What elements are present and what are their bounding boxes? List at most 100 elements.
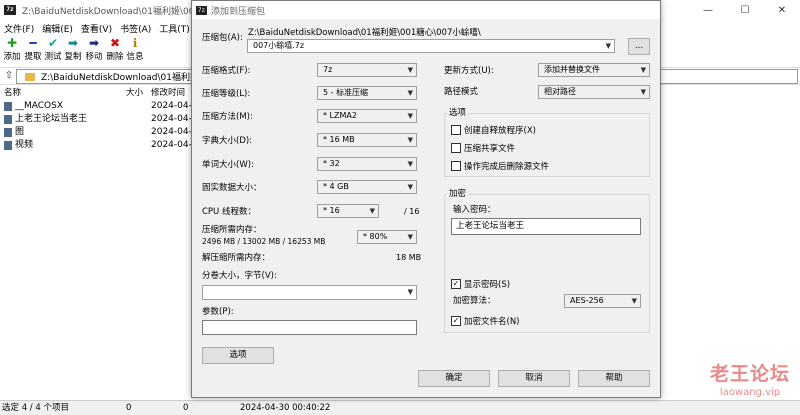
- encryption-method-select[interactable]: AES-256 ▼: [564, 294, 641, 308]
- toolbar-move-button[interactable]: ➡ 移动: [83, 36, 105, 66]
- dictionary-select[interactable]: * 16 MB ▼: [317, 133, 417, 147]
- toolbar-add-button[interactable]: ✚ 添加: [1, 36, 23, 66]
- minimize-button[interactable]: —: [690, 0, 726, 20]
- cancel-button[interactable]: 取消: [498, 370, 570, 387]
- ok-button[interactable]: 确定: [418, 370, 490, 387]
- folder-icon: [25, 72, 35, 81]
- compress-shared-checkbox[interactable]: 压缩共享文件: [451, 142, 515, 154]
- checkbox-box: [451, 125, 461, 135]
- checkbox-box: [451, 161, 461, 171]
- memory-percent-value: * 80%: [363, 232, 388, 241]
- toolbar-extract-label: 提取: [24, 52, 42, 62]
- file-icon: [4, 128, 12, 137]
- browse-button[interactable]: ...: [628, 38, 650, 55]
- toolbar-test-button[interactable]: ✔ 测试: [42, 36, 64, 66]
- parameters-label: 参数(P):: [202, 307, 234, 317]
- menu-bookmarks[interactable]: 书签(A): [116, 22, 155, 35]
- password-label: 输入密码：: [453, 205, 496, 215]
- file-name: 上老王论坛当老王: [15, 114, 88, 124]
- archive-path: Z:\BaiduNetdiskDownload\01福利姬\001糖心\007小…: [248, 28, 481, 38]
- column-size[interactable]: 大小: [126, 86, 143, 98]
- help-button[interactable]: 帮助: [578, 370, 650, 387]
- options-button[interactable]: 选项: [202, 347, 274, 364]
- up-folder-icon[interactable]: ⇧: [2, 69, 16, 83]
- extract-icon: ━: [29, 36, 37, 50]
- cpu-threads-value: * 16: [323, 206, 340, 215]
- decompress-memory-label: 解压缩所需内存：: [202, 253, 271, 263]
- show-password-checkbox[interactable]: ✓ 显示密码(S): [451, 278, 510, 290]
- status-bar: 选定 4 / 4 个项目 0 0 2024-04-30 00:40:22: [0, 400, 800, 415]
- chevron-down-icon: ▼: [640, 66, 646, 74]
- add-icon: ✚: [6, 36, 18, 50]
- update-mode-value: 添加并替换文件: [544, 65, 600, 74]
- archive-name-combo[interactable]: 007小蜍嘻.7z ▼: [247, 39, 615, 53]
- toolbar-delete-button[interactable]: ✖ 删除: [104, 36, 126, 66]
- file-icon: [4, 141, 12, 150]
- update-mode-select[interactable]: 添加并替换文件 ▼: [538, 63, 650, 77]
- checkbox-box: [451, 143, 461, 153]
- 7zip-dialog-icon: 7z: [196, 5, 207, 15]
- path-mode-select[interactable]: 相对路径 ▼: [538, 85, 650, 99]
- chevron-down-icon: ▼: [407, 288, 413, 296]
- password-value: 上老王论坛当老王: [456, 221, 525, 231]
- toolbar-copy-label: 复制: [64, 52, 82, 62]
- watermark-url: laowang.vip: [719, 387, 781, 398]
- dialog-title-bar: 7z 添加到压缩包: [192, 1, 660, 19]
- memory-percent-select[interactable]: * 80% ▼: [357, 230, 417, 244]
- encrypt-filenames-label: 加密文件名(N): [464, 317, 520, 327]
- maximize-button[interactable]: ☐: [727, 0, 763, 20]
- file-icon: [4, 115, 12, 124]
- column-name[interactable]: 名称: [4, 86, 21, 98]
- split-volume-combo[interactable]: ▼: [202, 285, 417, 300]
- create-sfx-checkbox[interactable]: 创建自释放程序(X): [451, 124, 536, 136]
- file-icon: [4, 102, 12, 111]
- file-name: 图: [15, 127, 25, 137]
- cpu-threads-select[interactable]: * 16 ▼: [317, 204, 379, 218]
- menu-tools[interactable]: 工具(T): [155, 22, 194, 35]
- encryption-group-title: 加密: [447, 188, 469, 200]
- solid-block-label: 固实数据大小：: [202, 183, 262, 193]
- test-icon: ✔: [47, 36, 59, 50]
- method-select[interactable]: * LZMA2 ▼: [317, 109, 417, 123]
- address-text: Z:\BaiduNetdiskDownload\01福利姬\00: [41, 73, 214, 83]
- format-label: 压缩格式(F):: [202, 66, 251, 76]
- encryption-method-value: AES-256: [570, 296, 604, 305]
- check-icon: ✓: [451, 316, 461, 326]
- level-select[interactable]: 5 - 标准压缩 ▼: [317, 86, 417, 100]
- chevron-down-icon: ▼: [640, 88, 646, 96]
- encryption-method-label: 加密算法：: [453, 296, 496, 306]
- solid-block-select[interactable]: * 4 GB ▼: [317, 180, 417, 194]
- check-icon: ✓: [451, 279, 461, 289]
- word-size-select[interactable]: * 32 ▼: [317, 157, 417, 171]
- chevron-down-icon: ▼: [605, 42, 611, 50]
- format-select[interactable]: 7z ▼: [317, 63, 417, 77]
- add-to-archive-dialog: 7z 添加到压缩包 压缩包(A): Z:\BaiduNetdiskDownloa…: [191, 0, 661, 398]
- compress-memory-detail: 2496 MB / 13002 MB / 16253 MB: [202, 237, 326, 246]
- watermark-title: 老王论坛: [709, 363, 790, 385]
- toolbar-add-label: 添加: [3, 52, 21, 62]
- parameters-input[interactable]: [202, 320, 417, 335]
- window-title: Z:\BaiduNetdiskDownload\01福利姬\001糖: [22, 6, 210, 17]
- show-password-label: 显示密码(S): [464, 280, 511, 290]
- password-input[interactable]: 上老王论坛当老王: [451, 218, 641, 235]
- menu-view[interactable]: 查看(V): [77, 22, 116, 35]
- delete-after-checkbox[interactable]: 操作完成后删除源文件: [451, 160, 549, 172]
- encrypt-filenames-checkbox[interactable]: ✓ 加密文件名(N): [451, 315, 520, 327]
- menu-file[interactable]: 文件(F): [0, 22, 38, 35]
- chevron-down-icon: ▼: [407, 160, 413, 168]
- toolbar-extract-button[interactable]: ━ 提取: [22, 36, 44, 66]
- chevron-down-icon: ▼: [407, 112, 413, 120]
- toolbar-info-button[interactable]: ℹ 信息: [124, 36, 146, 66]
- level-value: 5 - 标准压缩: [323, 88, 369, 97]
- close-button[interactable]: ✕: [764, 0, 800, 20]
- delete-after-label: 操作完成后删除源文件: [464, 162, 550, 172]
- status-datetime: 2024-04-30 00:40:22: [240, 403, 331, 413]
- toolbar-copy-button[interactable]: ➡ 复制: [62, 36, 84, 66]
- chevron-down-icon: ▼: [369, 207, 375, 215]
- format-value: 7z: [323, 65, 333, 74]
- info-icon: ℹ: [132, 36, 138, 50]
- chevron-down-icon: ▼: [631, 297, 637, 305]
- menu-edit[interactable]: 编辑(E): [38, 22, 77, 35]
- chevron-down-icon: ▼: [407, 66, 413, 74]
- column-modified[interactable]: 修改时间: [151, 86, 185, 98]
